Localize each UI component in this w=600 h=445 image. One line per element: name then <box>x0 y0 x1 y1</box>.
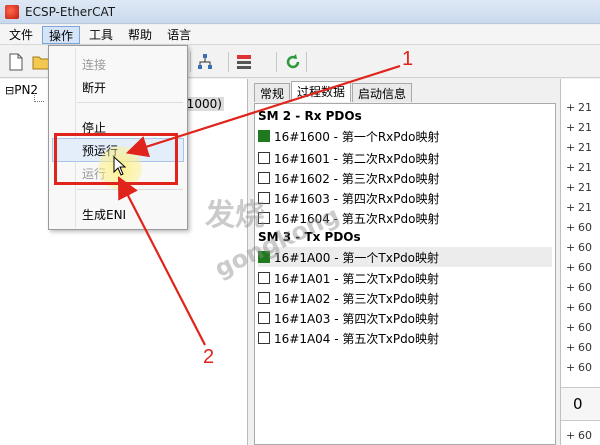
menu-language[interactable]: 语言 <box>161 26 197 44</box>
pdo-checkbox[interactable] <box>258 130 270 142</box>
object-row[interactable]: +60 <box>566 281 592 294</box>
config-icon[interactable] <box>233 51 255 73</box>
object-row[interactable]: +21 <box>566 181 592 194</box>
rx-pdo-row[interactable]: 16#1604 - 第五次RxPdo映射 <box>258 208 552 228</box>
object-row[interactable]: +60 <box>566 341 592 354</box>
rx-pdo-header: SM 2 - Rx PDOs <box>258 109 362 123</box>
pdo-checkbox[interactable] <box>258 212 270 224</box>
network-icon[interactable] <box>194 51 216 73</box>
menu-tools[interactable]: 工具 <box>83 26 119 44</box>
menu-bar: 文件 操作 工具 帮助 语言 <box>0 25 600 45</box>
object-row[interactable]: +21 <box>566 161 592 174</box>
menu-file[interactable]: 文件 <box>3 26 39 44</box>
app-window: ECSP-EtherCAT 文件 操作 工具 帮助 语言 ⊟PN2 (1000)… <box>0 0 600 445</box>
tx-pdo-row[interactable]: 16#1A01 - 第二次TxPdo映射 <box>258 268 552 288</box>
object-row[interactable]: +60 <box>566 321 592 334</box>
tree-connector <box>34 93 44 102</box>
rx-pdo-row[interactable]: 16#1603 - 第四次RxPdo映射 <box>258 188 552 208</box>
pdo-checkbox[interactable] <box>258 272 270 284</box>
tx-pdo-header: SM 3 - Tx PDOs <box>258 230 361 244</box>
tx-pdo-row[interactable]: 16#1A03 - 第四次TxPdo映射 <box>258 308 552 328</box>
object-row[interactable]: +60 <box>566 361 592 374</box>
tab-startup-info[interactable]: 启动信息 <box>352 83 413 102</box>
object-row[interactable]: +21 <box>566 101 592 114</box>
pdo-list-panel: SM 2 - Rx PDOs 16#1600 - 第一个RxPdo映射 16#1… <box>254 103 556 445</box>
mouse-cursor-icon <box>113 156 127 176</box>
tab-process-data[interactable]: 过程数据 <box>291 81 352 102</box>
pdo-checkbox[interactable] <box>258 332 270 344</box>
object-list-pane: +21 +21 +21 +21 +21 +21 +60 +60 +60 +60 … <box>560 79 600 445</box>
tx-pdo-row[interactable]: 16#1A02 - 第三次TxPdo映射 <box>258 288 552 308</box>
rx-pdo-row[interactable]: 16#1602 - 第三次RxPdo映射 <box>258 168 552 188</box>
object-row[interactable]: +21 <box>566 201 592 214</box>
annotation-number-1: 1 <box>402 48 414 70</box>
object-row[interactable]: +60 <box>566 429 592 442</box>
refresh-icon[interactable] <box>282 51 304 73</box>
object-row[interactable]: +21 <box>566 121 592 134</box>
object-row[interactable]: +60 <box>566 261 592 274</box>
menu-help[interactable]: 帮助 <box>122 26 158 44</box>
tree-expand-icon[interactable]: ⊟ <box>5 84 14 97</box>
pdo-checkbox[interactable] <box>258 192 270 204</box>
menu-item-generate-eni[interactable]: 生成ENI <box>82 206 126 223</box>
object-row[interactable]: +60 <box>566 301 592 314</box>
menu-operation[interactable]: 操作 <box>42 25 81 44</box>
new-file-icon[interactable] <box>5 51 27 73</box>
tab-general[interactable]: 常规 <box>254 83 291 102</box>
value-input-box[interactable]: 0 <box>561 387 600 421</box>
menu-item-connect[interactable]: 连接 <box>82 56 106 73</box>
pdo-checkbox[interactable] <box>258 312 270 324</box>
object-row[interactable]: +21 <box>566 141 592 154</box>
rx-pdo-row[interactable]: 16#1601 - 第二次RxPdo映射 <box>258 148 552 168</box>
tx-pdo-row[interactable]: 16#1A04 - 第五次TxPdo映射 <box>258 328 552 348</box>
pdo-checkbox[interactable] <box>258 251 270 263</box>
object-row[interactable]: +60 <box>566 241 592 254</box>
config-tabs: 常规 过程数据 启动信息 <box>254 81 413 103</box>
rx-pdo-row[interactable]: 16#1600 - 第一个RxPdo映射 <box>258 126 552 146</box>
annotation-number-2: 2 <box>203 346 215 368</box>
app-icon <box>5 4 19 19</box>
window-title: ECSP-EtherCAT <box>25 4 116 19</box>
object-row[interactable]: +60 <box>566 221 592 234</box>
title-bar: ECSP-EtherCAT <box>0 0 600 24</box>
pdo-checkbox[interactable] <box>258 292 270 304</box>
slave-config-pane: 常规 过程数据 启动信息 SM 2 - Rx PDOs 16#1600 - 第一… <box>250 79 560 445</box>
pdo-checkbox[interactable] <box>258 172 270 184</box>
tx-pdo-row[interactable]: 16#1A00 - 第一个TxPdo映射 <box>258 247 552 267</box>
pdo-checkbox[interactable] <box>258 152 270 164</box>
menu-item-disconnect[interactable]: 断开 <box>82 79 106 96</box>
